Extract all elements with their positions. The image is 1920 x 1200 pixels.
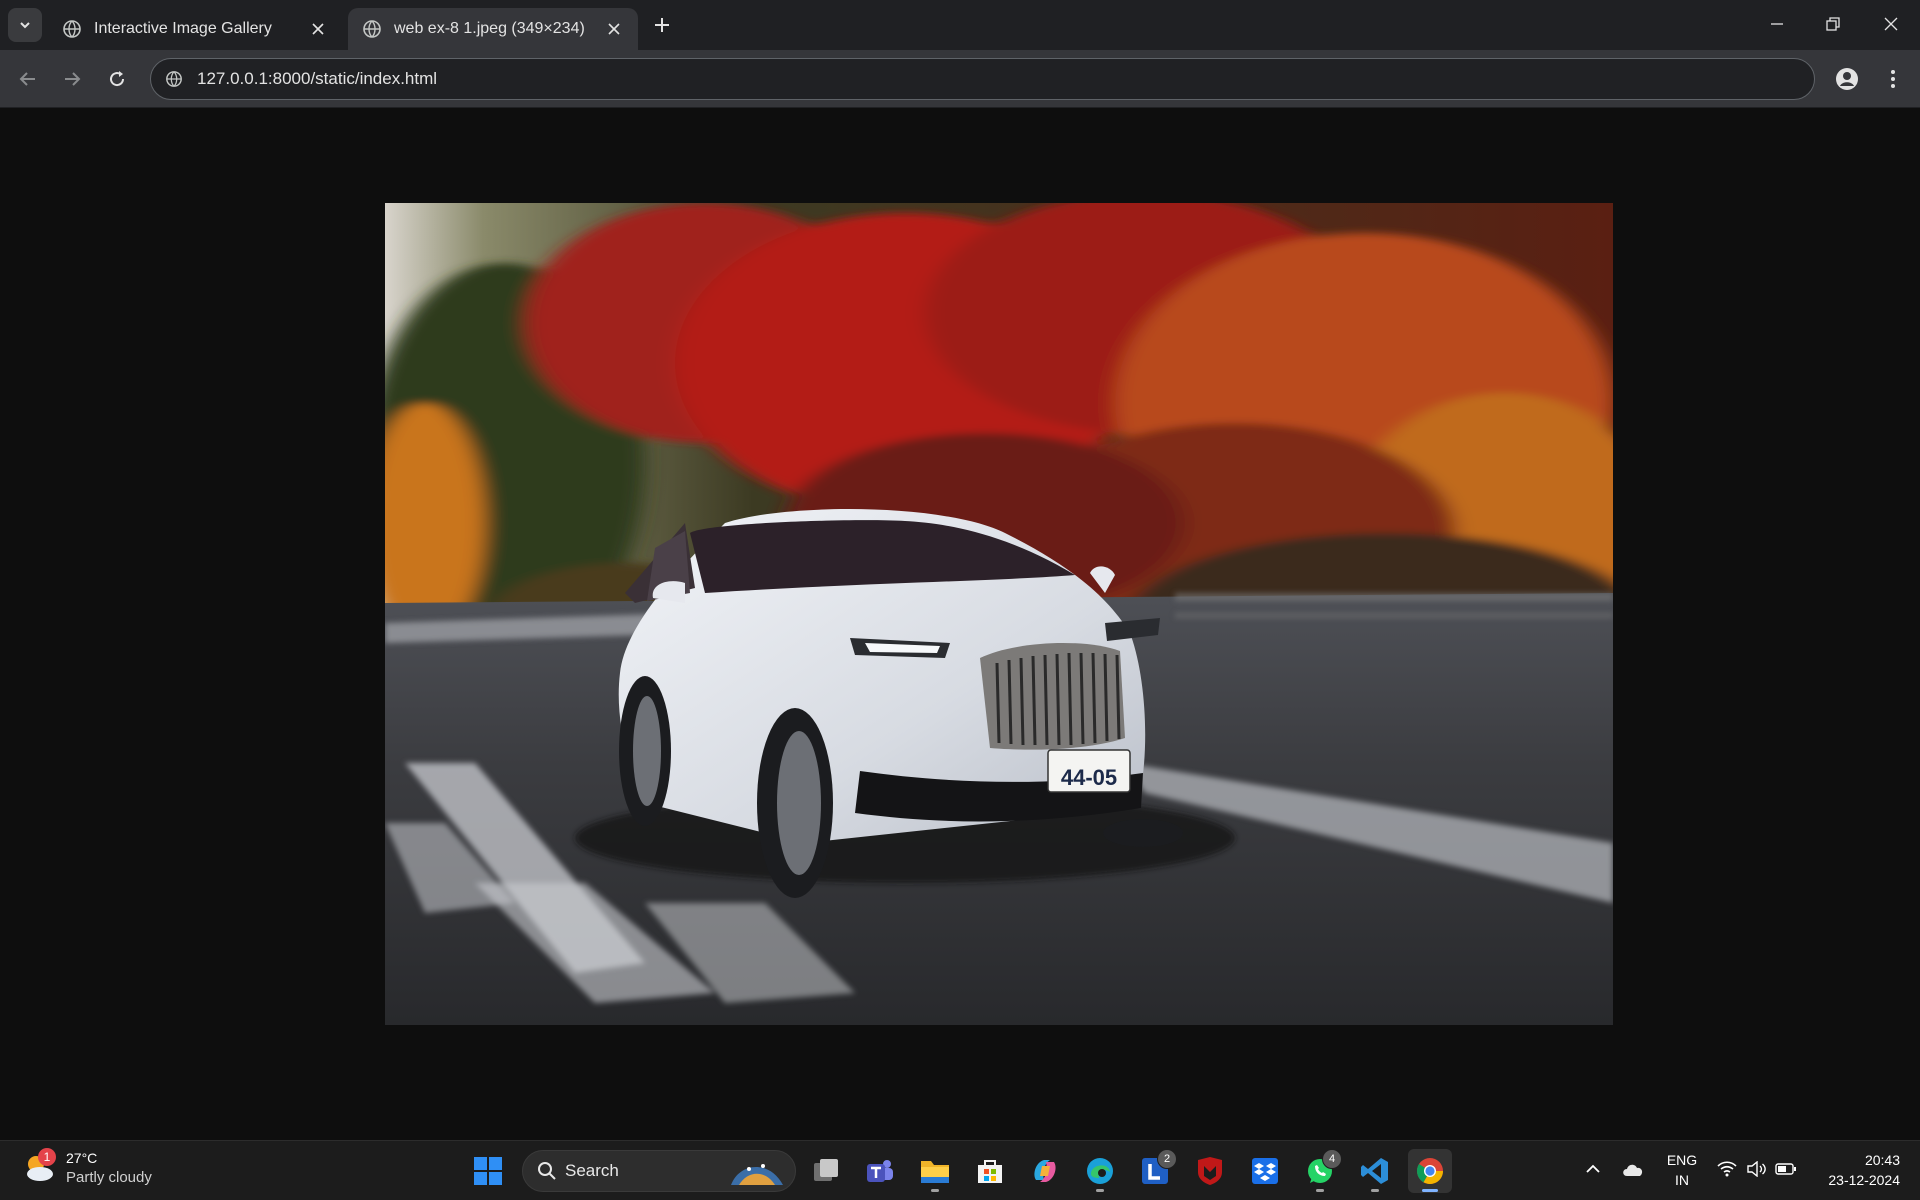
clock-date: 23-12-2024 xyxy=(1828,1172,1900,1188)
new-tab-button[interactable] xyxy=(648,11,676,39)
close-tab-icon[interactable] xyxy=(306,17,330,41)
cloud-icon xyxy=(1623,1164,1643,1176)
arrow-left-icon xyxy=(19,72,35,86)
page-viewport: 44-05 xyxy=(0,108,1920,1140)
back-button[interactable] xyxy=(12,63,44,95)
taskbar-app-microsoft-store[interactable] xyxy=(968,1149,1012,1193)
taskbar-app-teams[interactable] xyxy=(858,1149,902,1193)
taskbar-app-mcafee[interactable] xyxy=(1188,1149,1232,1193)
weather-condition: Partly cloudy xyxy=(66,1169,152,1186)
wifi-icon xyxy=(1717,1161,1737,1177)
taskbar-app-whatsapp[interactable]: 4 xyxy=(1298,1149,1342,1193)
forward-button[interactable] xyxy=(56,63,88,95)
weather-temperature: 27°C xyxy=(66,1150,98,1166)
taskbar-app-task-view[interactable] xyxy=(804,1149,848,1193)
clock-time: 20:43 xyxy=(1864,1152,1900,1168)
running-indicator xyxy=(1316,1189,1324,1192)
onedrive-tray-icon[interactable] xyxy=(1618,1149,1648,1189)
teams-icon xyxy=(867,1160,893,1182)
weather-widget[interactable]: 1 27°C Partly cloudy xyxy=(22,1148,152,1188)
url-text: 127.0.0.1:8000/static/index.html xyxy=(197,69,438,88)
search-highlight-icon xyxy=(731,1164,783,1185)
taskbar-app-chrome[interactable] xyxy=(1408,1149,1452,1193)
mcafee-shield-icon xyxy=(1198,1157,1222,1185)
notification-badge: 4 xyxy=(1322,1149,1342,1169)
close-window-button[interactable] xyxy=(1862,0,1920,48)
taskbar-search[interactable]: Search xyxy=(522,1150,796,1192)
globe-icon xyxy=(63,20,81,38)
language-code: ENG xyxy=(1666,1152,1698,1168)
tab-interactive-image-gallery[interactable]: Interactive Image Gallery xyxy=(48,8,342,50)
browser-menu-button[interactable] xyxy=(1877,63,1909,95)
copilot-icon xyxy=(1034,1160,1056,1182)
battery-icon xyxy=(1775,1163,1796,1175)
license-plate-text: 44-05 xyxy=(1061,765,1117,790)
wifi-tray-icon[interactable] xyxy=(1714,1149,1740,1189)
tab-title: Interactive Image Gallery xyxy=(94,20,272,37)
running-indicator xyxy=(1371,1189,1379,1192)
speaker-icon xyxy=(1747,1161,1766,1177)
taskbar-app-dropbox[interactable] xyxy=(1243,1149,1287,1193)
site-info-icon[interactable] xyxy=(163,68,185,90)
globe-icon xyxy=(363,20,381,38)
taskbar-app-l[interactable]: 2 xyxy=(1133,1149,1177,1193)
running-indicator xyxy=(1422,1189,1438,1192)
running-indicator xyxy=(1096,1189,1104,1192)
language-indicator[interactable]: ENG IN xyxy=(1660,1150,1704,1190)
chrome-icon xyxy=(1416,1158,1444,1185)
profile-icon xyxy=(1836,68,1858,90)
restore-icon xyxy=(1826,17,1840,31)
vscode-icon xyxy=(1361,1158,1388,1184)
running-indicator xyxy=(931,1189,939,1192)
tab-web-ex-8-image[interactable]: web ex-8 1.jpeg (349×234) xyxy=(348,8,638,50)
windows-logo-icon xyxy=(474,1157,502,1185)
taskbar-clock[interactable]: 20:43 23-12-2024 xyxy=(1800,1150,1900,1190)
car-photo[interactable]: 44-05 xyxy=(385,203,1613,1025)
folder-icon xyxy=(921,1161,949,1183)
minimize-icon xyxy=(1771,23,1783,25)
tab-search-button[interactable] xyxy=(8,8,42,42)
partly-cloudy-icon: 1 xyxy=(22,1148,58,1186)
windows-taskbar: 1 27°C Partly cloudy Search 2 4 ENG IN 2… xyxy=(0,1140,1920,1200)
taskbar-app-copilot[interactable] xyxy=(1023,1149,1067,1193)
notification-badge: 2 xyxy=(1157,1149,1177,1169)
search-icon xyxy=(538,1162,556,1180)
reload-icon xyxy=(110,71,125,87)
show-hidden-icons-button[interactable] xyxy=(1582,1149,1604,1189)
notification-badge: 1 xyxy=(38,1148,56,1166)
task-view-icon xyxy=(814,1159,838,1181)
chevron-down-icon xyxy=(20,22,30,29)
taskbar-app-edge[interactable] xyxy=(1078,1149,1122,1193)
battery-tray-icon[interactable] xyxy=(1772,1149,1800,1189)
minimize-button[interactable] xyxy=(1748,0,1806,48)
reload-button[interactable] xyxy=(101,63,133,95)
plus-icon xyxy=(655,18,669,32)
browser-tab-strip: Interactive Image Gallery web ex-8 1.jpe… xyxy=(0,0,1920,50)
search-label: Search xyxy=(565,1161,619,1180)
arrow-right-icon xyxy=(65,72,81,86)
profile-button[interactable] xyxy=(1831,63,1863,95)
edge-icon xyxy=(1087,1158,1113,1184)
region-code: IN xyxy=(1675,1172,1689,1188)
tab-title: web ex-8 1.jpeg (349×234) xyxy=(394,20,585,37)
dropbox-icon xyxy=(1252,1158,1278,1184)
volume-tray-icon[interactable] xyxy=(1744,1149,1770,1189)
store-icon xyxy=(978,1160,1002,1183)
restore-button[interactable] xyxy=(1804,0,1862,48)
start-button[interactable] xyxy=(466,1149,510,1193)
taskbar-app-file-explorer[interactable] xyxy=(913,1149,957,1193)
close-tab-icon[interactable] xyxy=(602,17,626,41)
chevron-up-icon xyxy=(1586,1164,1600,1173)
close-icon xyxy=(1884,17,1898,31)
browser-toolbar: 127.0.0.1:8000/static/index.html xyxy=(0,50,1920,108)
taskbar-app-vscode[interactable] xyxy=(1353,1149,1397,1193)
address-bar[interactable]: 127.0.0.1:8000/static/index.html xyxy=(150,58,1815,100)
kebab-menu-icon xyxy=(1891,70,1895,88)
